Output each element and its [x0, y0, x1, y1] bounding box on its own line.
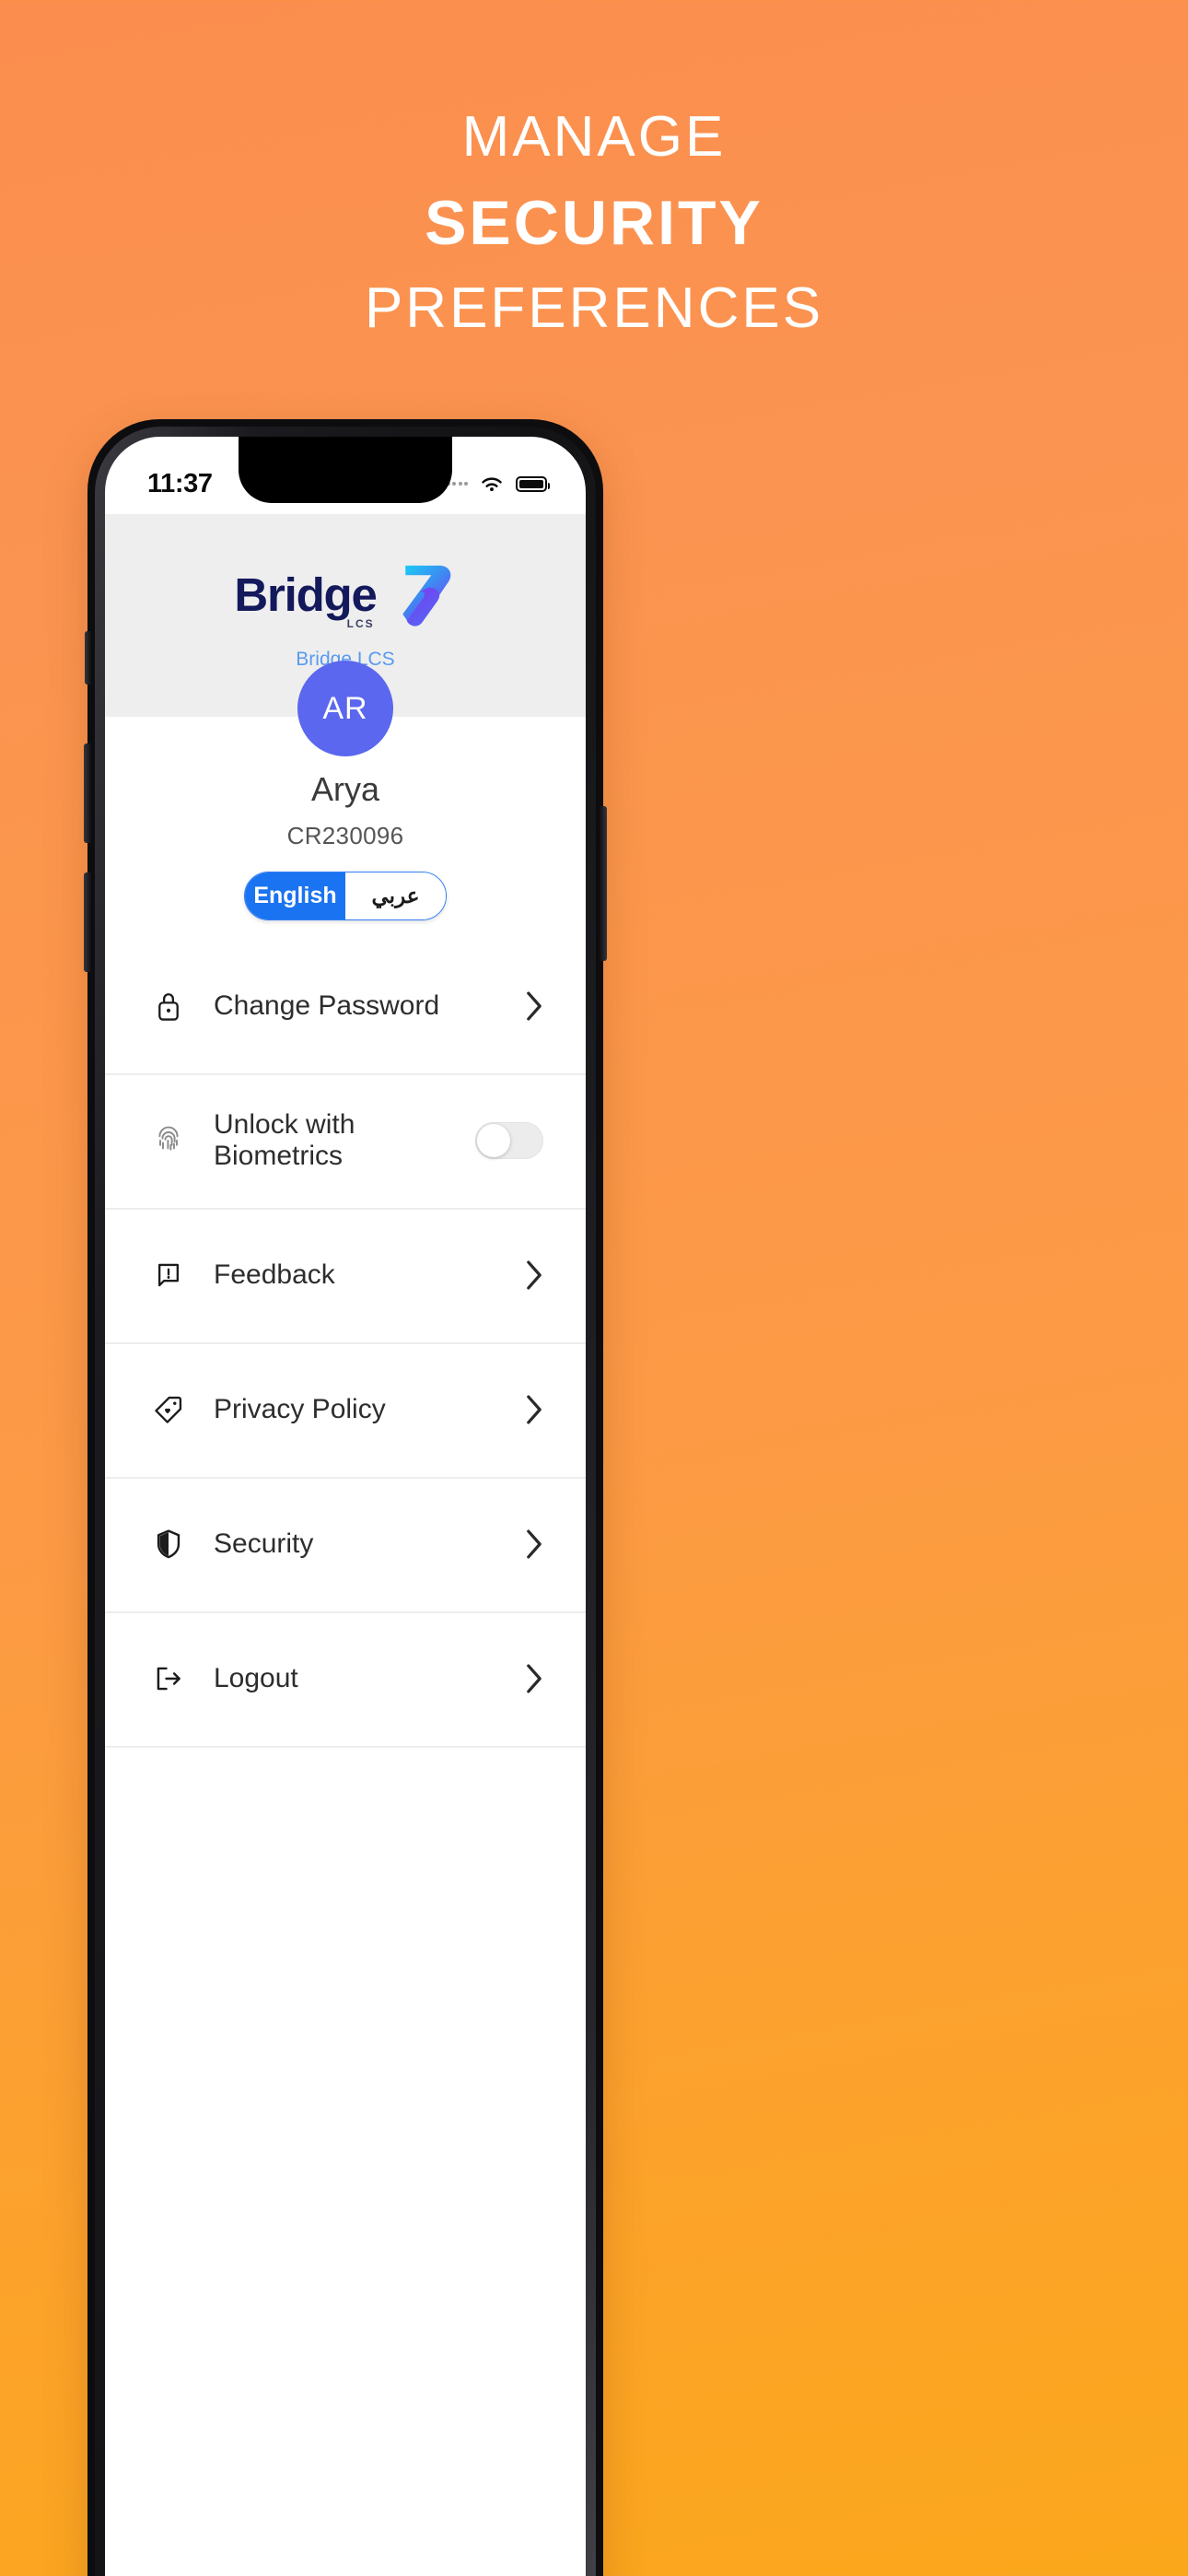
menu-item-security[interactable]: Security [105, 1477, 586, 1611]
headline-line-2: SECURITY [425, 188, 763, 258]
chevron-right-icon [525, 1259, 543, 1291]
poster-headline: MANAGE SECURITY PREFERENCES [0, 109, 1188, 337]
shield-icon [147, 1528, 190, 1560]
volume-down-button[interactable] [84, 872, 91, 972]
lock-icon [147, 990, 190, 1022]
menu-item-logout[interactable]: Logout [105, 1611, 586, 1746]
menu-item-privacy-policy[interactable]: Privacy Policy [105, 1342, 586, 1477]
battery-full-icon [516, 475, 550, 492]
tag-heart-icon [147, 1395, 190, 1424]
headline-line-3: PREFERENCES [364, 276, 824, 340]
menu-item-unlock-with-biometrics[interactable]: Unlock with Biometrics [105, 1073, 586, 1208]
notch [239, 437, 452, 503]
phone-screen: 11:37 Bridge LCS Bridge LCS AR Arya CR23… [105, 437, 586, 2576]
brand-wordmark: Bridge LCS [234, 568, 378, 630]
chevron-right-icon [525, 990, 543, 1022]
phone-mockup: 11:37 Bridge LCS Bridge LCS AR Arya CR23… [84, 419, 607, 2576]
power-button[interactable] [600, 806, 607, 961]
fingerprint-icon [147, 1124, 190, 1157]
avatar[interactable]: AR [297, 661, 393, 756]
wifi-icon [482, 477, 502, 492]
menu-item-label: Feedback [214, 1259, 335, 1290]
bridge-lcs-mark-icon [402, 565, 451, 626]
profile-name: Arya [310, 770, 380, 808]
biometrics-toggle-switch[interactable] [475, 1122, 543, 1159]
silent-switch-button[interactable] [85, 631, 91, 685]
status-bar-indicators [446, 474, 550, 494]
brand-wordmark-suffix: LCS [346, 616, 375, 630]
menu-item-label: Unlock with Biometrics [214, 1109, 355, 1171]
logout-icon [147, 1665, 190, 1692]
menu-item-feedback[interactable]: Feedback [105, 1208, 586, 1342]
avatar-initials: AR [322, 690, 368, 726]
chevron-right-icon [525, 1394, 543, 1425]
feedback-icon [147, 1260, 190, 1290]
menu-item-label: Change Password [214, 990, 440, 1021]
profile-id: CR230096 [286, 822, 404, 849]
menu-item-label: Privacy Policy [214, 1394, 386, 1424]
brand-wordmark-text: Bridge [234, 568, 378, 621]
menu-item-label: Security [214, 1528, 314, 1559]
brand-logo: Bridge LCS [234, 560, 456, 630]
settings-menu: Change Password Unlock with Biometrics F… [105, 939, 586, 1748]
menu-list-end-divider [105, 1746, 586, 1748]
language-option-english[interactable]: English [245, 872, 345, 919]
chevron-right-icon [525, 1528, 543, 1560]
language-toggle[interactable]: English عربي [244, 872, 447, 920]
headline-line-1: MANAGE [461, 105, 727, 169]
menu-item-label: Logout [214, 1663, 298, 1693]
language-option-arabic[interactable]: عربي [345, 872, 446, 919]
chevron-right-icon [525, 1663, 543, 1694]
menu-item-change-password[interactable]: Change Password [105, 939, 586, 1073]
volume-up-button[interactable] [84, 744, 91, 843]
status-bar-clock: 11:37 [147, 468, 213, 498]
